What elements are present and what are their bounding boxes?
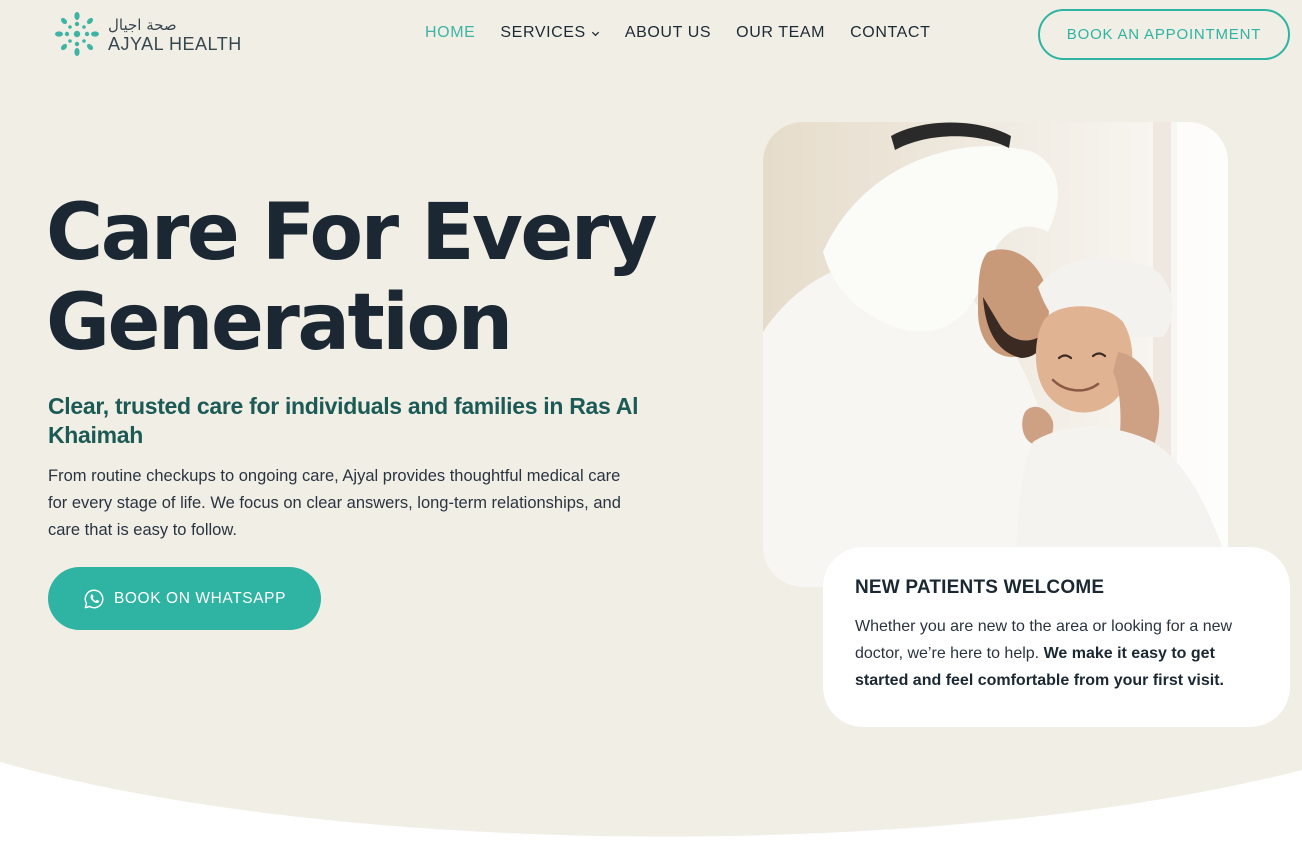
new-patients-card: NEW PATIENTS WELCOME Whether you are new… [823, 547, 1290, 727]
whatsapp-icon [84, 589, 104, 608]
nav-item-label: HOME [425, 24, 476, 41]
nav-item-label: CONTACT [850, 24, 931, 41]
section-divider-wave [0, 762, 1302, 868]
nav-item-services[interactable]: SERVICES [500, 24, 599, 42]
brand-name: AJYAL HEALTH [108, 34, 242, 54]
nav-item-our-team[interactable]: OUR TEAM [736, 24, 825, 42]
nav-item-label: ABOUT US [624, 24, 712, 41]
hero-description: From routine checkups to ongoing care, A… [48, 467, 621, 539]
book-on-whatsapp-button[interactable]: BOOK ON WHATSAPP [48, 567, 321, 630]
hero-title-line2: Generation [46, 278, 513, 368]
main-nav: HOME SERVICES ABOUT US OUR TEAM CONTACT [425, 24, 955, 42]
hero-title: Care For Every Generation [46, 188, 726, 368]
father-kissing-son-photo [763, 122, 1228, 587]
nav-item-about-us[interactable]: ABOUT US [625, 24, 711, 42]
flower-logo-icon [55, 12, 99, 56]
nav-item-label: OUR TEAM [736, 24, 826, 41]
hero-title-line1: Care For Every [46, 188, 658, 278]
nav-item-contact[interactable]: CONTACT [850, 24, 930, 42]
site-header: صحة اجيال AJYAL HEALTH HOME SERVICES ABO… [0, 0, 1302, 70]
whatsapp-button-label: BOOK ON WHATSAPP [113, 589, 287, 607]
brand-arabic-name: صحة اجيال [108, 16, 177, 34]
card-title: NEW PATIENTS WELCOME [855, 577, 1105, 598]
book-appointment-button[interactable]: BOOK AN APPOINTMENT [1038, 9, 1290, 60]
chevron-down-icon [591, 31, 599, 36]
hero-subtitle: Clear, trusted care for individuals and … [48, 393, 639, 448]
card-body: Whether you are new to the area or looki… [855, 613, 1258, 694]
hero-photo [763, 122, 1228, 587]
nav-item-home[interactable]: HOME [425, 24, 475, 42]
nav-item-label: SERVICES [500, 24, 586, 41]
brand-logo[interactable]: صحة اجيال AJYAL HEALTH [54, 10, 244, 58]
